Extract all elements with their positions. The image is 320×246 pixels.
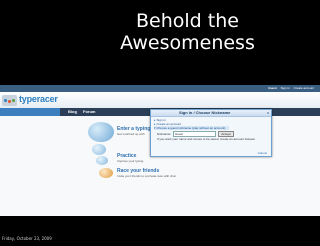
practice-row[interactable]: Practice Improve your typing <box>117 153 143 163</box>
option-guest-nickname[interactable]: ▾Choose a guest nickname (play without a… <box>154 126 229 130</box>
practice-desc: Improve your typing <box>117 159 144 163</box>
nickname-label: Nickname: <box>157 132 172 136</box>
race-friends-row[interactable]: Race your friends Invite your friends to… <box>117 168 176 178</box>
guest-label: Guest <box>268 86 277 90</box>
slide-title: Behold the Awesomeness <box>60 10 315 54</box>
friends-icon[interactable] <box>99 168 113 178</box>
enter-race-icon[interactable] <box>92 144 106 155</box>
sign-in-link[interactable]: Sign in <box>281 86 290 90</box>
slide-date: Friday, October 23, 2009 <box>2 236 52 241</box>
slide-title-line2: Awesomeness <box>120 32 255 54</box>
dialog-note: If you want your name and scores to be s… <box>157 137 256 141</box>
dialog-title: Sign In / Choose Nickname <box>179 110 231 115</box>
create-account-link[interactable]: Create account <box>294 86 314 90</box>
dialog-header: Sign In / Choose Nickname x <box>151 110 271 117</box>
site-header: typeracer <box>0 92 320 108</box>
close-icon[interactable]: x <box>267 110 269 116</box>
nav-forum[interactable]: Forum <box>83 109 95 114</box>
race-friends-desc: Invite your friends to a private race wi… <box>117 174 176 178</box>
typeracer-logo-icon[interactable] <box>2 95 17 106</box>
decorative-bubble <box>88 122 114 142</box>
logo-text[interactable]: typeracer <box>19 94 58 104</box>
cancel-link[interactable]: Cancel <box>258 151 267 155</box>
sign-in-dialog: Sign In / Choose Nickname x ▸Sign in ▸Cr… <box>150 109 272 157</box>
nav-accent <box>0 108 60 116</box>
practice-icon[interactable] <box>96 156 108 165</box>
triangle-down-icon: ▾ <box>154 126 156 130</box>
nav-blog[interactable]: Blog <box>68 109 77 114</box>
slide-title-line1: Behold the <box>136 10 239 32</box>
